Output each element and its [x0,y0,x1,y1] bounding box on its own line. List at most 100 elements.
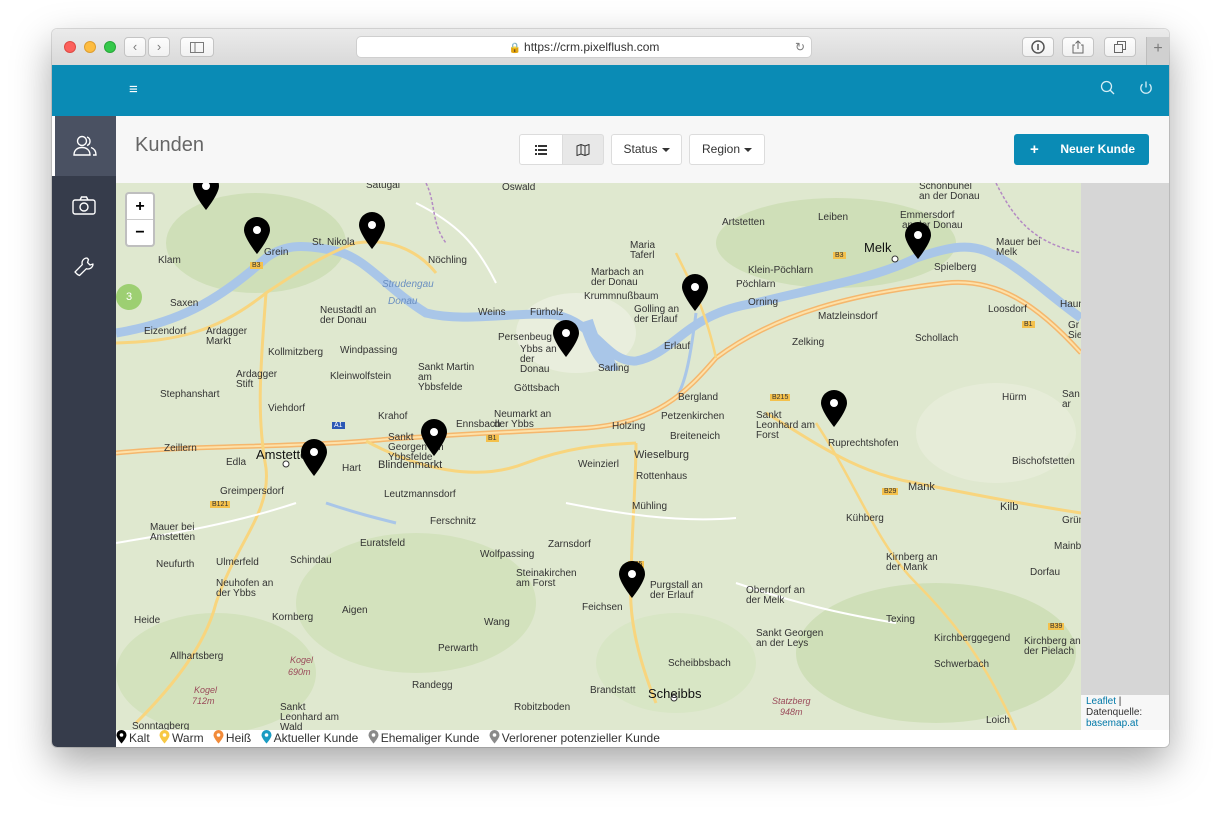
chevron-right-icon: › [156,39,162,54]
map-label: Perwarth [438,643,479,654]
map-label: Klein-Pöchlarn [748,265,814,276]
legend-item-warm: Warm [159,730,204,747]
zoom-out-button[interactable]: − [127,220,153,245]
map-label: Sarling [598,363,630,374]
legend-label: Warm [172,731,204,745]
pin-icon [116,730,127,744]
map-label: Kornberg [272,612,314,623]
map-label: Texing [886,614,915,625]
map-label: Fürholz [530,307,564,318]
customer-marker[interactable] [192,183,220,211]
power-icon[interactable] [1137,79,1155,97]
customer-marker[interactable] [618,561,646,599]
share-icon [1072,40,1084,54]
road-shield: A1 [332,422,345,429]
map-label: Mainb [1054,541,1081,552]
sidebar-icon [190,42,204,53]
basemap-link[interactable]: basemap.at [1086,718,1138,729]
legend-label: Heiß [225,731,252,745]
maximize-window-button[interactable] [104,41,116,53]
pin-icon [213,730,224,744]
forward-button[interactable]: › [148,37,170,57]
map-label: Neufurth [156,559,195,570]
address-bar[interactable]: 🔒 https://crm.pixelflush.com ↻ [356,36,812,58]
map-label: Erlauf [664,341,691,352]
map-label: Oberndorf an der Melk [746,585,805,606]
map-view-button[interactable] [562,134,604,165]
pin-icon [159,730,170,744]
close-window-button[interactable] [64,41,76,53]
map-label: Zeillern [164,443,197,454]
search-icon[interactable] [1099,79,1117,97]
sidebar-item-camera[interactable] [52,176,116,236]
zoom-in-button[interactable]: + [127,194,153,220]
map-label: Neumarkt an der Ybbs [494,409,552,430]
map-label: Aigen [342,605,368,616]
map-label: Mauer bei Melk [996,237,1041,258]
map-label: Ardagger Stift [236,369,278,390]
legend-item-cold: Kalt [116,730,150,747]
map-area[interactable]: Satugal Oswald Schönbühel an der Donau K… [116,183,1081,730]
map-label: Statzberg [772,696,811,706]
reader-button[interactable] [1022,37,1054,57]
road-shield: B29 [882,488,899,495]
legend-label: Kalt [129,731,150,745]
map-label: Weinzierl [578,459,619,470]
sidebar-item-customers[interactable] [52,116,116,176]
customer-marker[interactable] [243,217,271,255]
map-label: Donau [388,296,418,307]
region-filter-dropdown[interactable]: Region [689,134,765,165]
map-label: Windpassing [340,345,398,356]
sidebar-item-settings[interactable] [52,236,116,296]
legend-item-former-customer: Ehemaliger Kunde [368,730,479,747]
map-label: Krummnußbaum [584,291,659,302]
map-label: 690m [288,667,311,677]
marker-cluster[interactable]: 3 [116,284,142,310]
map-attribution: Leaflet | Datenquelle: basemap.at [1081,695,1169,730]
map-label: Sankt Martin am Ybbsfelde [418,362,475,393]
leaflet-link[interactable]: Leaflet [1086,696,1116,707]
map-label: Kleinwolfstein [330,371,392,382]
new-customer-button[interactable]: + Neuer Kunde [1014,134,1149,165]
customer-marker[interactable] [420,419,448,457]
legend-label: Verlorener potenzieller Kunde [501,731,660,745]
map-label: 948m [780,707,803,717]
map-label: Sankt Leonhard am Forst [756,410,815,441]
page-header: Kunden Status Region + Neuer Kunde [116,116,1169,184]
map-label: Orning [748,297,779,308]
customer-marker[interactable] [681,274,709,312]
share-button[interactable] [1062,37,1094,57]
zoom-control: + − [125,192,155,247]
map-label: Leiben [818,212,849,223]
status-filter-dropdown[interactable]: Status [611,134,682,165]
reload-icon[interactable]: ↻ [795,37,805,57]
map-icon [576,143,590,157]
customer-marker[interactable] [300,439,328,477]
customer-marker[interactable] [358,212,386,250]
pin-icon [489,730,500,744]
sidebar-toggle-button[interactable] [180,37,214,57]
map-label: Wieselburg [634,449,690,461]
customer-marker[interactable] [904,222,932,260]
map-label: Kirchberggegend [934,633,1011,644]
new-tab-button[interactable]: + [1146,37,1169,65]
plus-icon: + [1030,141,1039,158]
back-button[interactable]: ‹ [124,37,146,57]
map-label: Greimpersdorf [220,486,284,497]
tabs-overview-button[interactable] [1104,37,1136,57]
list-view-button[interactable] [519,134,563,165]
chevron-left-icon: ‹ [132,39,138,54]
menu-icon[interactable]: ≡ [129,81,138,99]
map-label: Ferschnitz [430,516,477,527]
map-label: Eizendorf [144,326,187,337]
map-label: 712m [192,696,215,706]
map-label: Sonntagberg [132,721,190,730]
customer-marker[interactable] [552,320,580,358]
minimize-window-button[interactable] [84,41,96,53]
region-filter-label: Region [701,142,741,156]
map-label: Scheibbsbach [668,658,731,669]
map-label: Marbach an der Donau [591,267,644,288]
customer-marker[interactable] [820,390,848,428]
map-label: an der Donau [919,191,980,202]
road-shield: B1 [486,435,499,442]
